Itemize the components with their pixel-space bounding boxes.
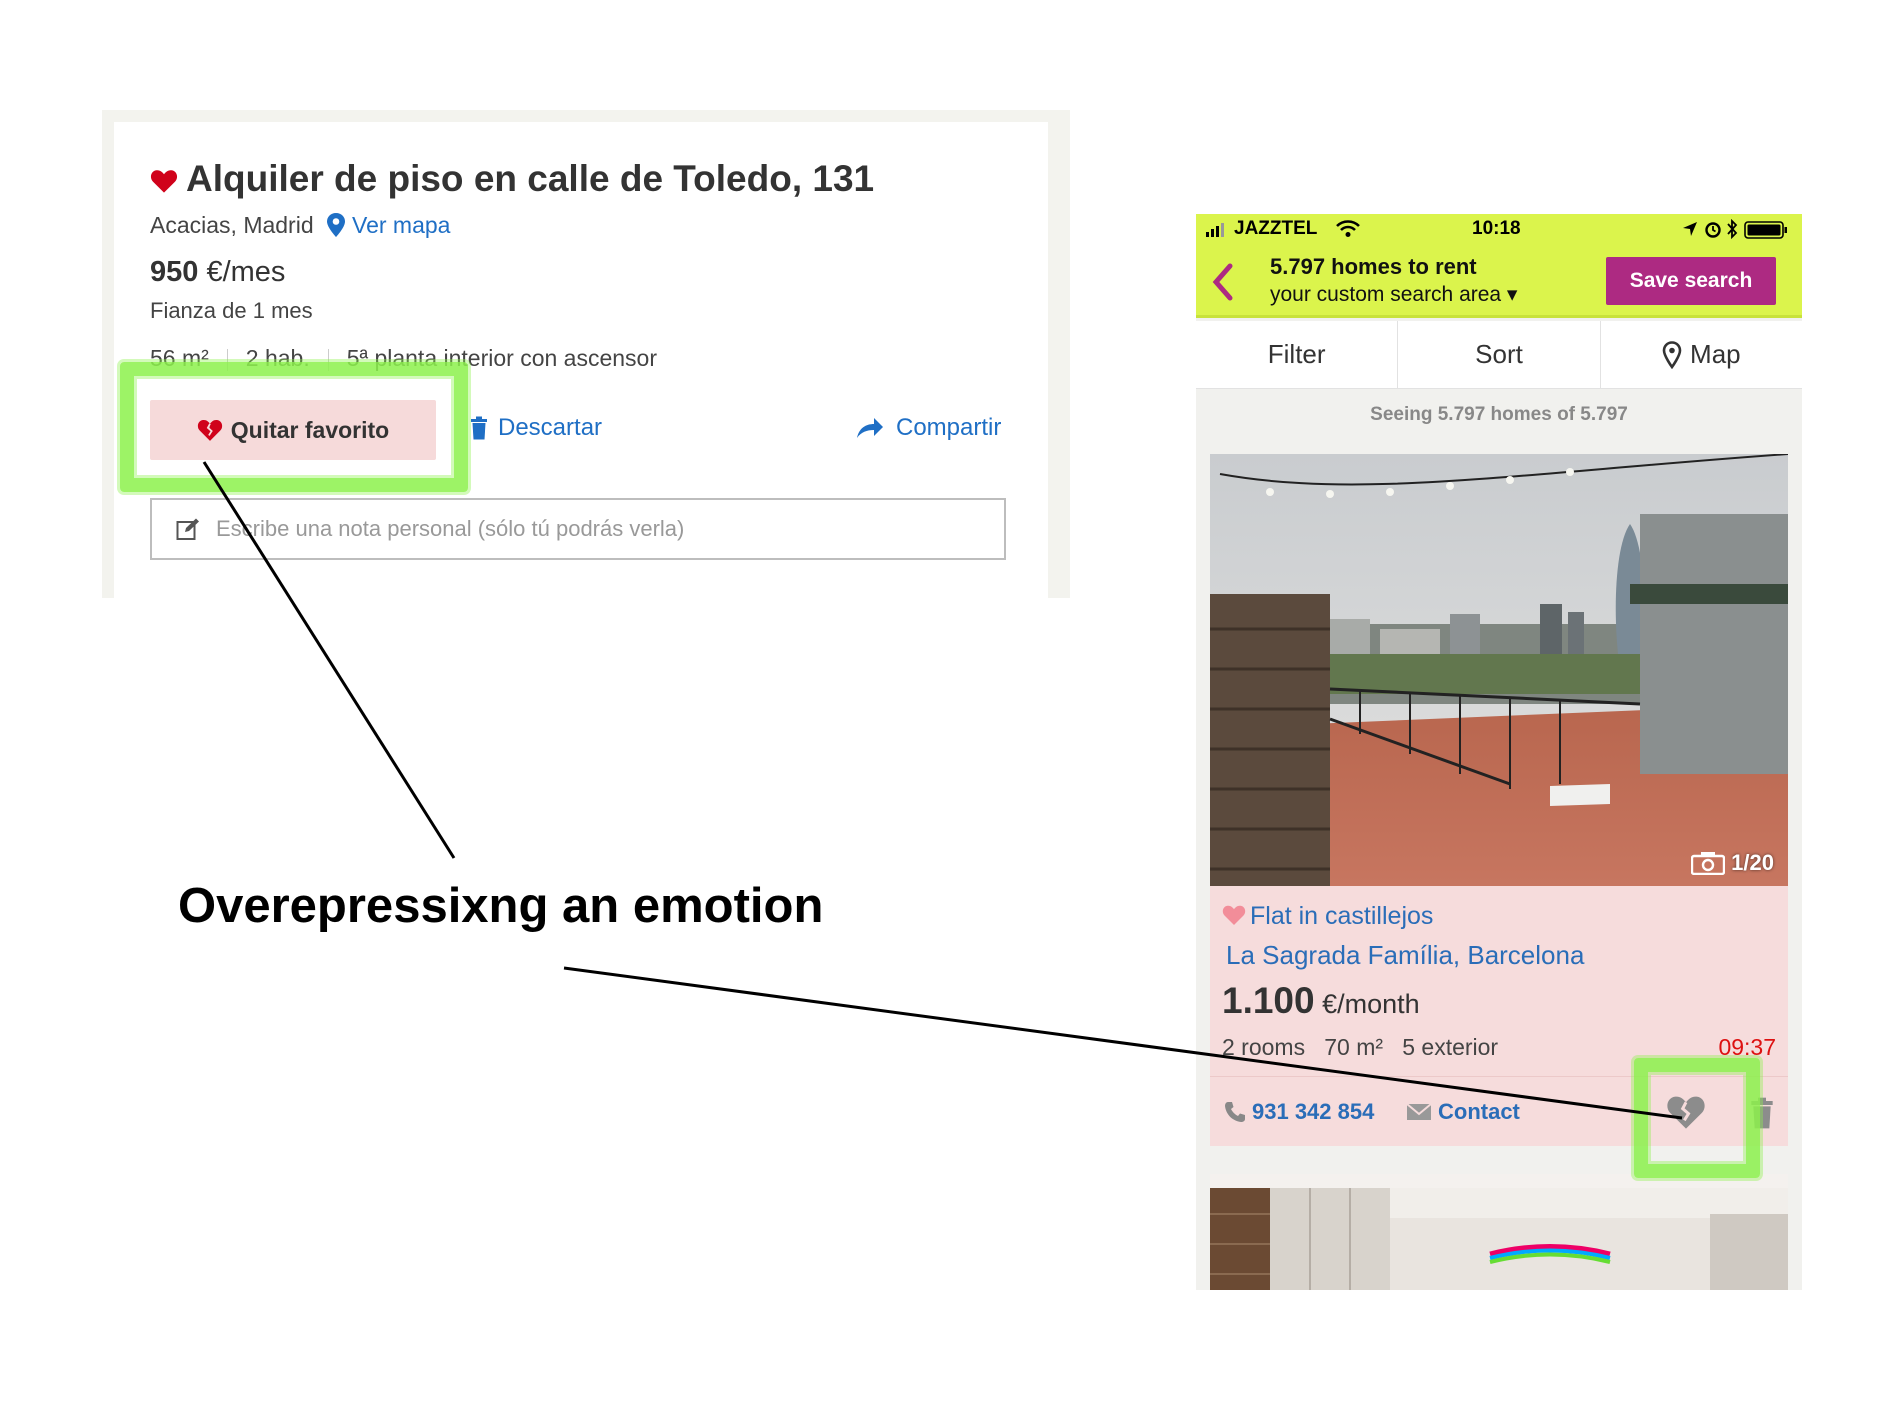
- feature-rooms: 2 hab.: [245, 345, 310, 371]
- view-map-link[interactable]: Ver mapa: [352, 212, 450, 239]
- trash-icon[interactable]: [1750, 1097, 1774, 1129]
- terrace-photo: [1210, 454, 1788, 886]
- phone-icon: [1225, 1102, 1245, 1122]
- share-link[interactable]: Compartir: [856, 414, 1001, 442]
- price-unit: €/mes: [206, 256, 286, 288]
- price-value: 1.100: [1222, 980, 1315, 1021]
- listing-time: 09:37: [1718, 1034, 1776, 1060]
- contact-link[interactable]: Contact: [1406, 1099, 1520, 1125]
- trash-icon: [471, 416, 487, 440]
- sort-button[interactable]: Sort: [1398, 321, 1601, 388]
- map-pin-icon: [1662, 340, 1682, 369]
- share-label: Compartir: [896, 414, 1002, 441]
- location-arrow-icon: [1683, 222, 1697, 236]
- mobile-screenshot: JAZZTEL 10:18 5.797 homes to rent your c…: [1196, 214, 1802, 1290]
- personal-note-field[interactable]: [150, 498, 1006, 560]
- interior-photo: [1210, 1174, 1788, 1290]
- annotation-caption: Overepressixng an emotion: [178, 879, 824, 933]
- bluetooth-icon: [1727, 219, 1738, 239]
- discard-link[interactable]: Descartar: [470, 414, 602, 442]
- broken-heart-icon: [197, 419, 222, 441]
- wifi-icon: [1336, 220, 1360, 237]
- alarm-icon: [1705, 222, 1721, 238]
- listing-card[interactable]: 1/20 Flat in castillejos La Sagrada Famí…: [1210, 454, 1788, 1146]
- broken-heart-icon[interactable]: [1666, 1093, 1706, 1131]
- camera-icon: [1691, 852, 1726, 875]
- listing-price: 1.100 €/month: [1222, 980, 1420, 1022]
- photo-count: 1/20: [1731, 850, 1774, 875]
- filter-label: Filter: [1267, 339, 1326, 369]
- listing-info: Flat in castillejos La Sagrada Família, …: [1210, 886, 1788, 1076]
- remove-favorite-label: Quitar favorito: [230, 416, 390, 443]
- contact-label: Contact: [1438, 1099, 1520, 1124]
- envelope-icon: [1406, 1103, 1432, 1120]
- phone-number: 931 342 854: [1252, 1099, 1375, 1124]
- remove-favorite-button[interactable]: Quitar favorito: [150, 400, 436, 460]
- listing-specs: 2 rooms 70 m² 5 exterior: [1222, 1034, 1499, 1060]
- personal-note-input[interactable]: [216, 516, 976, 542]
- filter-button[interactable]: Filter: [1196, 321, 1399, 388]
- carrier-name: JAZZTEL: [1234, 218, 1318, 239]
- clock: 10:18: [1472, 218, 1521, 239]
- map-button[interactable]: Map: [1601, 321, 1802, 388]
- results-toolbar: Filter Sort Map: [1196, 321, 1802, 389]
- divider: [327, 348, 329, 371]
- results-summary: Seeing 5.797 homes of 5.797: [1370, 404, 1628, 425]
- listing-actions: 931 342 854 Contact: [1210, 1076, 1788, 1146]
- discard-label: Descartar: [498, 414, 603, 441]
- price-unit: €/month: [1322, 989, 1420, 1019]
- feature-area: 56 m²: [150, 345, 209, 371]
- results-count: 5.797 homes to rent: [1270, 254, 1477, 279]
- listing-location: Acacias, Madrid: [150, 212, 314, 238]
- photo-counter: 1/20: [1691, 850, 1774, 876]
- feature-floor: 5ª planta interior con ascensor: [346, 345, 657, 371]
- heart-icon: [150, 170, 178, 193]
- heart-icon: [1222, 905, 1246, 925]
- divider: [226, 348, 228, 371]
- listing-features: 56 m² 2 hab. 5ª planta interior con ascens…: [150, 345, 657, 372]
- signal-icon: [1206, 223, 1224, 237]
- battery-icon: [1744, 221, 1787, 239]
- next-listing-photo[interactable]: [1210, 1174, 1788, 1290]
- edit-note-icon: [176, 518, 199, 540]
- deposit-info: Fianza de 1 mes: [150, 298, 313, 323]
- back-arrow-icon[interactable]: [1210, 262, 1236, 302]
- listing-title-link[interactable]: Flat in castillejos: [1250, 902, 1433, 931]
- listing-title: Alquiler de piso en calle de Toledo, 131: [186, 158, 875, 199]
- listing-price: 950 €/mes: [150, 256, 285, 289]
- call-link[interactable]: 931 342 854: [1224, 1099, 1374, 1125]
- price-value: 950: [150, 256, 199, 288]
- sort-label: Sort: [1475, 339, 1523, 369]
- status-bar: JAZZTEL 10:18: [1196, 214, 1802, 244]
- listing-location-link[interactable]: La Sagrada Família, Barcelona: [1226, 940, 1584, 971]
- save-search-button[interactable]: Save search: [1606, 257, 1776, 305]
- search-area-selector[interactable]: your custom search area ▾: [1270, 282, 1517, 307]
- map-label: Map: [1690, 339, 1741, 369]
- search-header: 5.797 homes to rent your custom search a…: [1196, 244, 1802, 318]
- listing-photo[interactable]: 1/20: [1210, 454, 1788, 886]
- map-pin-icon: [327, 213, 345, 237]
- share-arrow-icon: [857, 418, 883, 438]
